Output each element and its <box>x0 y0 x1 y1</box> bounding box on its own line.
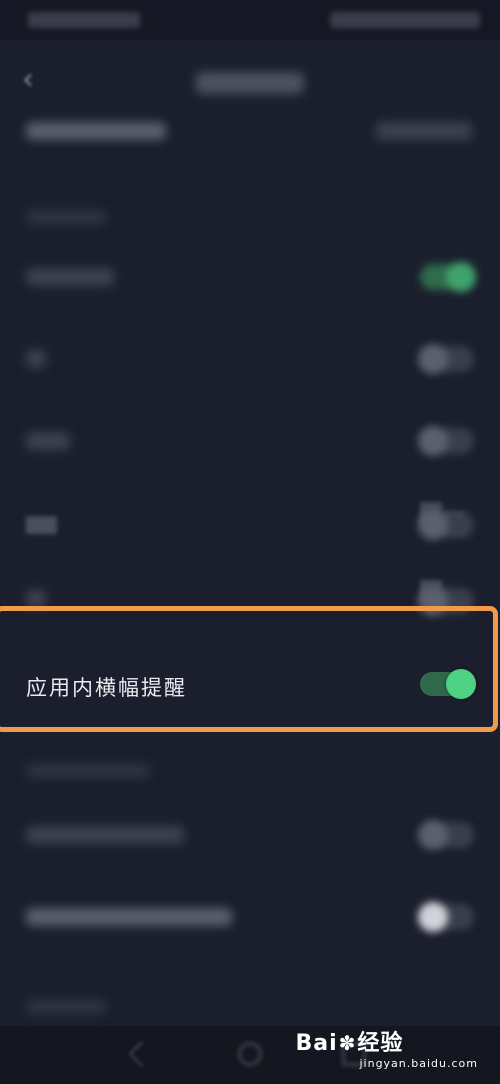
setting-label <box>26 268 114 286</box>
toggle-switch[interactable] <box>420 262 476 292</box>
in-app-banner-toggle[interactable] <box>420 669 476 699</box>
watermark-url: jingyan.baidu.com <box>359 1057 478 1070</box>
paw-icon: ✽ <box>338 1031 357 1055</box>
setting-label <box>26 908 232 926</box>
setting-value <box>376 122 472 140</box>
section-header <box>26 1000 106 1014</box>
blurred-settings-list: ▆▆ <box>0 0 500 1084</box>
watermark-logo: Bai✽经验 <box>295 1025 478 1057</box>
section-header <box>26 764 150 778</box>
toggle-switch[interactable] <box>418 344 474 374</box>
watermark-bai: Bai <box>295 1031 338 1056</box>
setting-label <box>26 350 46 368</box>
watermark-jingyan: 经验 <box>357 1031 404 1056</box>
notification-settings-screen: ‹ ▆▆ 应用内横幅提醒 Bai✽经验 jingyan.baidu.com <box>0 0 500 1084</box>
setting-label: ▆▆ <box>26 510 57 534</box>
nav-back-icon[interactable] <box>128 1040 156 1068</box>
nav-home-icon[interactable] <box>238 1042 262 1066</box>
in-app-banner-label: 应用内横幅提醒 <box>26 676 187 700</box>
section-header <box>26 210 106 224</box>
toggle-thumb <box>446 669 476 699</box>
toggle-switch[interactable] <box>418 426 474 456</box>
toggle-switch[interactable] <box>418 820 474 850</box>
baidu-jingyan-watermark: Bai✽经验 jingyan.baidu.com <box>295 1025 478 1070</box>
toggle-switch[interactable] <box>418 510 474 540</box>
setting-label <box>26 122 166 140</box>
setting-label <box>26 826 184 844</box>
toggle-switch[interactable] <box>418 902 474 932</box>
setting-label <box>26 432 70 450</box>
highlight-box <box>0 606 498 732</box>
